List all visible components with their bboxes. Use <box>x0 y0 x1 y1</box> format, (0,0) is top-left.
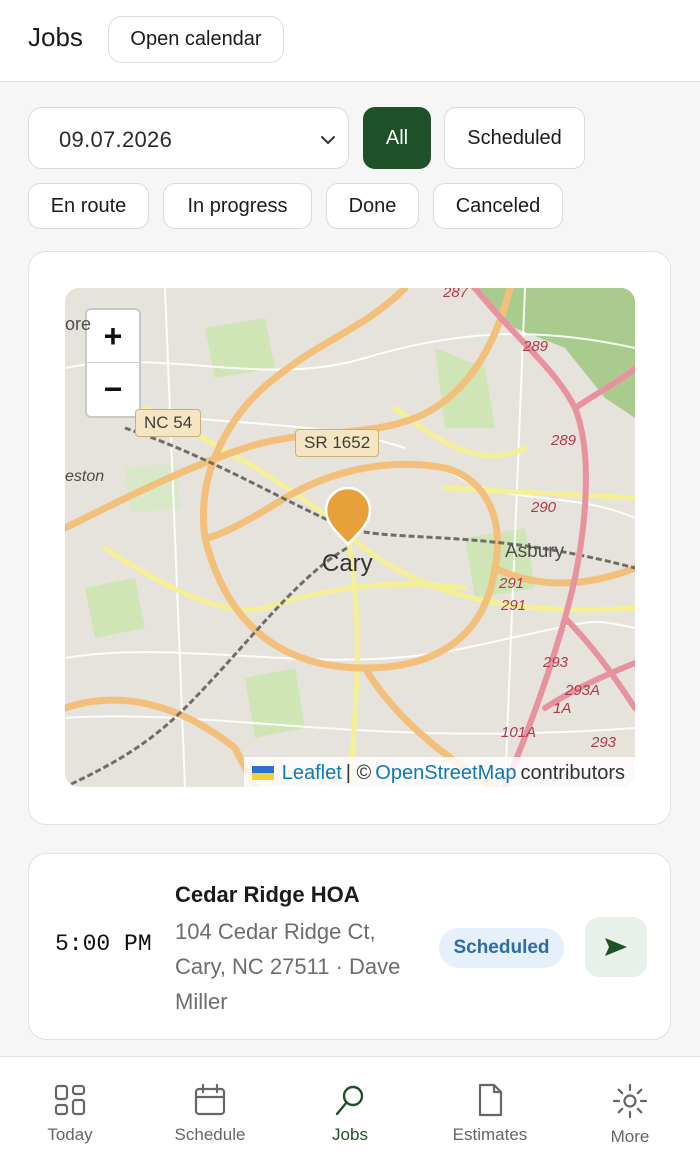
route-number: 290 <box>531 499 557 516</box>
attribution-suffix: contributors <box>520 761 626 784</box>
bottom-nav: Today Schedule Jobs Estimates More <box>0 1056 700 1169</box>
sun-icon <box>612 1083 648 1119</box>
job-time: 5:00 PM <box>55 931 152 957</box>
zoom-control: + − <box>85 308 141 418</box>
document-icon <box>478 1083 503 1117</box>
nav-label: Jobs <box>332 1125 368 1144</box>
map-pin-icon <box>335 1085 364 1116</box>
job-map[interactable]: + − ore eston NC 54 SR 1652 Cary Asbury … <box>65 288 635 787</box>
nav-label: More <box>610 1127 650 1146</box>
map-city-label: Cary <box>322 550 373 577</box>
road-shield-sr1652: SR 1652 <box>295 429 380 457</box>
route-number: 291 <box>501 597 527 614</box>
route-number: 293A <box>565 682 601 699</box>
map-place-label: Asbury <box>505 541 565 562</box>
filter-chip-canceled[interactable]: Canceled <box>433 183 563 229</box>
job-card[interactable]: 5:00 PM Cedar Ridge HOA 104 Cedar Ridge … <box>28 853 671 1040</box>
filter-chip-done[interactable]: Done <box>326 183 419 229</box>
ukraine-flag-icon <box>251 766 274 780</box>
attribution-separator: | © <box>345 761 372 784</box>
filter-chip-en-route[interactable]: En route <box>28 183 149 229</box>
nav-item-jobs[interactable]: Jobs <box>290 1083 410 1145</box>
date-select[interactable]: 09.07.2026 <box>28 107 349 169</box>
route-number: 1A <box>553 700 572 717</box>
map-tiles <box>65 288 635 787</box>
filter-chip-all[interactable]: All <box>363 107 431 169</box>
nav-item-schedule[interactable]: Schedule <box>150 1083 270 1145</box>
route-number: 293 <box>591 734 617 751</box>
nav-label: Today <box>47 1125 93 1144</box>
openstreetmap-link[interactable]: OpenStreetMap <box>375 762 516 785</box>
navigate-button[interactable] <box>585 917 647 977</box>
job-address: 104 Cedar Ridge Ct, Cary, NC 27511 · Dav… <box>175 919 401 1014</box>
map-attribution: Leaflet | © OpenStreetMap contributors <box>243 757 635 787</box>
route-number: 101A <box>501 724 537 741</box>
nav-item-today[interactable]: Today <box>10 1083 130 1145</box>
open-calendar-button[interactable]: Open calendar <box>108 16 284 63</box>
zoom-in-button[interactable]: + <box>87 310 139 363</box>
date-value: 09.07.2026 <box>59 127 173 152</box>
route-number: 291 <box>499 575 525 592</box>
nav-item-more[interactable]: More <box>570 1083 690 1147</box>
leaflet-link[interactable]: Leaflet <box>282 762 342 785</box>
nav-label: Schedule <box>174 1125 246 1144</box>
map-place-label: ore <box>65 314 92 334</box>
navigate-icon <box>605 938 627 956</box>
chevron-down-icon <box>321 136 335 144</box>
nav-item-estimates[interactable]: Estimates <box>430 1083 550 1145</box>
route-number: 289 <box>551 432 577 449</box>
status-badge: Scheduled <box>439 928 564 968</box>
nav-label: Estimates <box>452 1125 528 1144</box>
top-header: Jobs Open calendar <box>0 0 700 82</box>
filter-chip-scheduled[interactable]: Scheduled <box>444 107 585 169</box>
page-title: Jobs <box>28 22 83 52</box>
route-number: 293 <box>543 654 569 671</box>
route-number: 287 <box>443 288 469 301</box>
filter-chip-in-progress[interactable]: In progress <box>163 183 312 229</box>
calendar-icon <box>194 1083 226 1116</box>
zoom-out-button[interactable]: − <box>87 363 139 416</box>
job-name: Cedar Ridge HOA <box>175 882 360 907</box>
road-shield-nc54: NC 54 <box>135 409 202 437</box>
route-number: 289 <box>523 338 549 355</box>
park-area <box>245 668 305 738</box>
park-area <box>85 578 145 638</box>
grid-icon <box>54 1084 86 1116</box>
map-place-label: eston <box>65 468 105 485</box>
